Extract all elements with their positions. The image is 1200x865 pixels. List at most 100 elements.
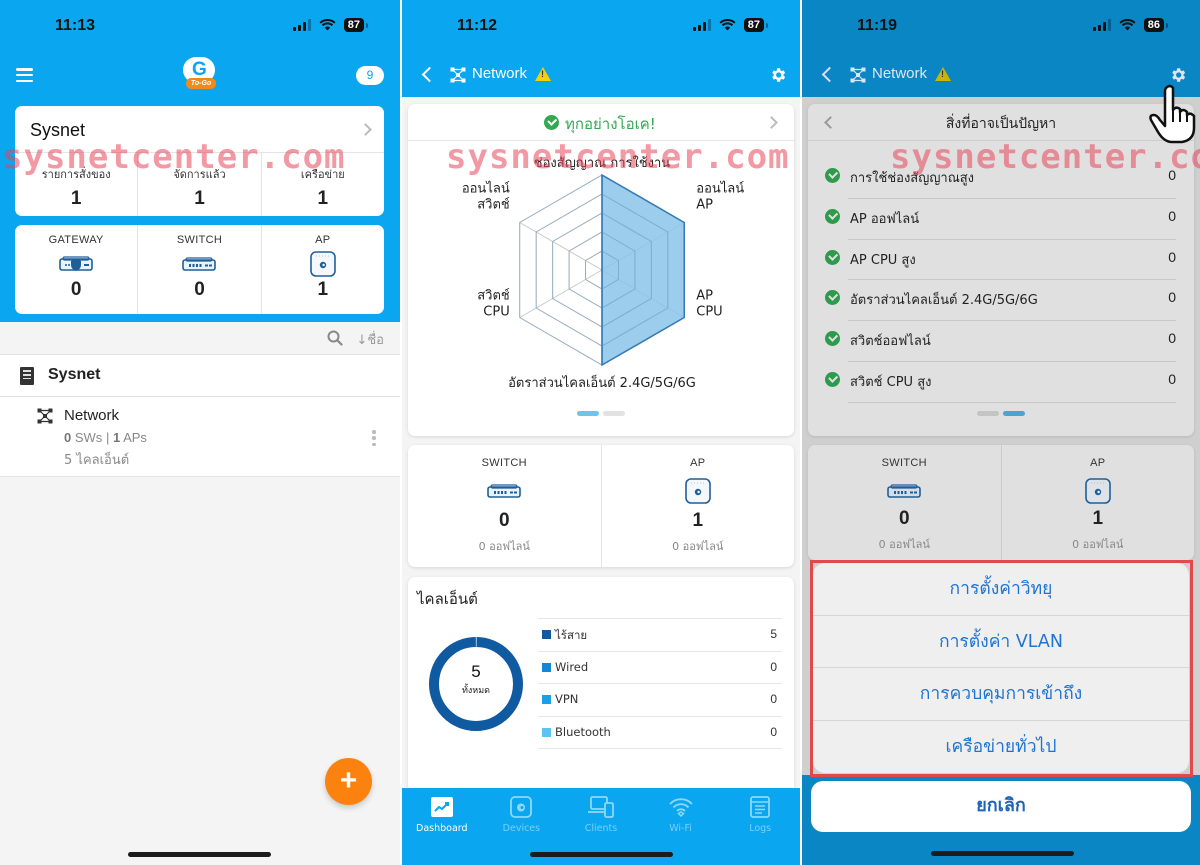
legend-label: ไร้สาย [555,628,588,642]
issue-item[interactable]: AP ออฟไลน์ 0 [808,199,1194,240]
legend-row[interactable]: VPN 0 [538,684,782,717]
notifications-badge[interactable]: 9 [356,66,384,85]
issues-title: สิ่งที่อาจเป็นปัญหา [945,116,1057,132]
gear-icon[interactable] [1169,66,1187,84]
device-switch[interactable]: SWITCH 0 0 ออฟไลน์ [808,445,1002,560]
health-status-header[interactable]: ทุกอย่างโอเค! [408,104,794,141]
device-offline-count: 0 ออฟไลน์ [878,538,930,551]
device-overview-card: SWITCH 0 0 ออฟไลน์ AP 1 0 ออฟไลน์ [408,445,794,567]
site-group-header[interactable]: Sysnet [0,355,400,397]
header-bar: 11:12 87 Network [402,0,800,97]
legend-label: VPN [555,692,579,706]
check-circle-icon [825,290,840,306]
device-label: AP [1090,457,1106,469]
device-ap[interactable]: AP 1 0 ออฟไลน์ [1002,445,1195,560]
device-ap[interactable]: AP 1 [262,225,384,314]
clients-icon [587,796,614,818]
network-topology-icon [850,67,866,83]
legend-swatch [542,630,551,639]
issue-item[interactable]: การใช้ช่องสัญญาณสูง 0 [808,158,1194,199]
legend-row[interactable]: Bluetooth 0 [538,717,782,749]
action-sheet-item[interactable]: การตั้งค่า VLAN [813,616,1189,668]
radar-value-area [601,173,686,367]
device-label: SWITCH [881,457,927,469]
issue-label: AP CPU สูง [850,252,916,268]
network-topology-icon [37,408,53,424]
battery-indicator: 86 [1143,18,1169,32]
issue-item[interactable]: AP CPU สูง 0 [808,240,1194,281]
radar-axis-label: ออนไลน์ AP [696,181,744,213]
divider [848,401,1176,403]
page-title: Network [872,65,928,82]
device-count: 1 [692,510,704,531]
stat-label: รายการสั่งของ [41,168,111,181]
cancel-button[interactable]: ยกเลิก [811,781,1191,832]
settings-action-sheet: การตั้งค่าวิทยุ การตั้งค่า VLAN การควบคุมก… [813,563,1189,773]
health-status-text: ทุกอย่างโอเค! [565,115,656,133]
total-clients-value: 5 [471,662,481,681]
carousel-pager [408,411,794,416]
cellular-signal-icon [292,19,311,31]
device-ap[interactable]: AP 1 0 ออฟไลน์ [602,445,795,567]
warning-icon[interactable] [535,67,551,81]
hamburger-menu-icon[interactable] [16,68,33,82]
phone-screen-sites: 11:13 87 G To-Go 9 Sysnet รายการสั่งของ … [0,0,400,865]
issue-count: 0 [1168,167,1176,183]
action-sheet-item[interactable]: การควบคุมการเข้าถึง [813,668,1189,721]
issue-item[interactable]: อัตราส่วนไคลเอ็นต์ 2.4G/5G/6G 0 [808,280,1194,322]
tab-dashboard[interactable]: Dashboard [402,788,482,865]
legend-row[interactable]: ไร้สาย 5 [538,619,782,652]
device-switch[interactable]: SWITCH 0 0 ออฟไลน์ [408,445,602,567]
health-radar-chart: ช่องสัญญาณ การใช้งานออนไลน์ AP AP CPU อัตราส… [462,155,744,391]
search-icon[interactable] [327,330,343,346]
pager-dot[interactable] [603,411,625,416]
pager-dot[interactable] [1003,411,1025,416]
pager-dot[interactable] [977,411,999,416]
header-bar: 11:19 86 Network [802,0,1200,97]
issue-item[interactable]: สวิตช์ออฟไลน์ 0 [808,321,1194,362]
network-name: Network [64,407,120,424]
gear-icon[interactable] [769,66,787,84]
legend-row[interactable]: Wired 0 [538,652,782,684]
action-sheet-item[interactable]: การตั้งค่าวิทยุ [813,563,1189,616]
home-indicator[interactable] [530,852,673,857]
radar-axis-label: AP CPU [696,289,722,320]
clients-legend: ไร้สาย 5 Wired 0 VPN 0 Bluetooth 0 [538,618,782,749]
device-gateway[interactable]: GATEWAY 0 [15,225,139,314]
access-point-icon [1084,478,1111,504]
pager-dot[interactable] [577,411,599,416]
add-button[interactable]: + [325,758,372,805]
dashboard-icon [430,797,453,817]
stat-networks: เครือข่าย 1 [262,153,384,216]
separator: | [105,430,110,445]
stat-label: เครือข่าย [300,168,345,181]
radar-axis-label: ช่องสัญญาณ การใช้งาน [534,155,671,171]
site-summary-card[interactable]: Sysnet รายการสั่งของ 1 จัดการแล้ว 1 เครื… [15,106,384,216]
issue-count: 0 [1168,330,1176,347]
more-options-icon[interactable] [372,430,376,446]
device-overview-card: SWITCH 0 0 ออฟไลน์ AP 1 0 ออฟไลน์ [808,445,1194,560]
home-indicator[interactable] [128,852,271,857]
network-list-item[interactable]: Network 0 SWs | 1 APs 5 ไคลเอ็นต์ [0,397,400,477]
legend-label: Bluetooth [555,724,611,739]
issues-header: สิ่งที่อาจเป็นปัญหา [808,104,1194,141]
device-offline-count: 0 ออฟไลน์ [1072,538,1124,551]
device-switch[interactable]: SWITCH 0 [138,225,262,314]
stat-label: จัดการแล้ว [173,168,226,181]
back-icon[interactable] [821,66,838,83]
device-count: 0 [898,508,910,529]
site-name: Sysnet [30,120,86,140]
stat-value: 1 [194,188,205,209]
action-sheet-item[interactable]: เครือข่ายทั่วไป [813,721,1189,774]
back-icon[interactable] [421,66,438,83]
warning-icon[interactable] [935,67,951,81]
legend-value: 0 [770,692,777,706]
sort-by-name-button[interactable]: ↓ชื่อ [356,329,384,350]
carousel-pager [808,411,1194,416]
tab-label: Devices [502,823,541,834]
tab-logs[interactable]: Logs [720,788,800,865]
issue-item[interactable]: สวิตช์ CPU สูง 0 [808,362,1194,403]
legend-swatch [542,727,551,737]
switch-count: 0 [64,430,72,445]
home-indicator[interactable] [931,851,1074,856]
